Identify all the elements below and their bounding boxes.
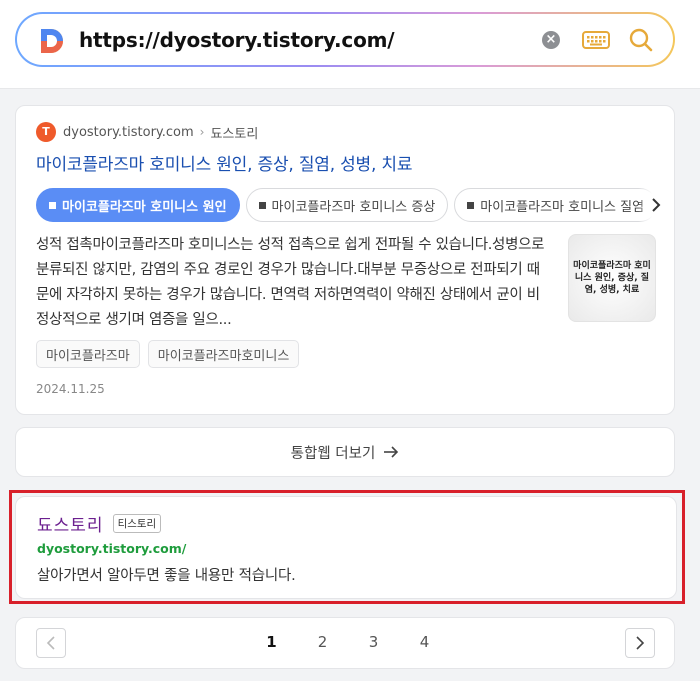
daum-logo-icon bbox=[41, 29, 63, 53]
more-results-card: 통합웹 더보기 bbox=[15, 427, 675, 477]
chip-vaginitis[interactable]: 마이코플라즈마 호미니스 질염 bbox=[454, 188, 658, 222]
square-bullet-icon bbox=[49, 201, 56, 209]
page-2[interactable]: 2 bbox=[297, 633, 348, 651]
search-result-card: T dyostory.tistory.com › 됴스토리 마이코플라즈마 호미… bbox=[15, 105, 675, 415]
chips-next-button[interactable] bbox=[638, 188, 674, 222]
chip-label: 마이코플라즈마 호미니스 질염 bbox=[480, 199, 645, 215]
result-thumbnail[interactable]: 마이코플라즈마 호미니스 원인, 증상, 질염, 성병, 치료 bbox=[568, 234, 656, 322]
page-numbers: 1 2 3 4 bbox=[246, 633, 450, 651]
result-source[interactable]: T dyostory.tistory.com › 됴스토리 bbox=[36, 122, 258, 142]
square-bullet-icon bbox=[467, 201, 475, 209]
search-icon[interactable] bbox=[628, 27, 654, 53]
result-date: 2024.11.25 bbox=[36, 382, 105, 396]
top-bar: https://dyostory.tistory.com/ × bbox=[0, 0, 700, 89]
search-url-text[interactable]: https://dyostory.tistory.com/ bbox=[79, 28, 395, 52]
pagination: 1 2 3 4 bbox=[15, 617, 675, 669]
keyboard-icon[interactable] bbox=[582, 30, 610, 50]
tistory-favicon-icon: T bbox=[36, 122, 56, 142]
arrow-right-icon bbox=[384, 446, 399, 458]
page-1[interactable]: 1 bbox=[246, 633, 297, 651]
next-page-button[interactable] bbox=[625, 628, 655, 658]
result-tags: 마이코플라즈마 마이코플라즈마호미니스 bbox=[36, 340, 300, 368]
chip-cause[interactable]: 마이코플라즈마 호미니스 원인 bbox=[36, 188, 240, 222]
chip-label: 마이코플라즈마 호미니스 증상 bbox=[271, 199, 436, 215]
page-4[interactable]: 4 bbox=[399, 633, 450, 651]
clear-icon[interactable]: × bbox=[542, 31, 560, 49]
search-bar[interactable]: https://dyostory.tistory.com/ × bbox=[15, 12, 675, 67]
more-results-link[interactable]: 통합웹 더보기 bbox=[16, 428, 674, 476]
page-3[interactable]: 3 bbox=[348, 633, 399, 651]
source-domain[interactable]: dyostory.tistory.com bbox=[63, 125, 194, 140]
source-name[interactable]: 됴스토리 bbox=[210, 123, 258, 142]
result-snippet[interactable]: 성적 접촉마이코플라즈마 호미니스는 성적 접촉으로 쉽게 전파될 수 있습니다… bbox=[36, 233, 548, 333]
tag-item[interactable]: 마이코플라즈마 bbox=[36, 340, 140, 368]
chevron-right-icon bbox=[636, 636, 645, 650]
square-bullet-icon bbox=[258, 201, 266, 209]
result-title-link[interactable]: 마이코플라즈마 호미니스 원인, 증상, 질염, 성병, 치료 bbox=[36, 150, 412, 175]
more-results-label: 통합웹 더보기 bbox=[290, 445, 376, 462]
highlight-box bbox=[9, 490, 685, 604]
prev-page-button[interactable] bbox=[36, 628, 66, 658]
tag-item[interactable]: 마이코플라즈마호미니스 bbox=[147, 340, 300, 368]
chevron-right-icon bbox=[652, 198, 661, 212]
breadcrumb-separator: › bbox=[199, 125, 205, 139]
section-chips: 마이코플라즈마 호미니스 원인 마이코플라즈마 호미니스 증상 마이코플라즈마 … bbox=[36, 188, 666, 224]
chip-label: 마이코플라즈마 호미니스 원인 bbox=[62, 199, 227, 215]
chip-symptom[interactable]: 마이코플라즈마 호미니스 증상 bbox=[245, 188, 449, 222]
chevron-left-icon bbox=[46, 636, 55, 650]
